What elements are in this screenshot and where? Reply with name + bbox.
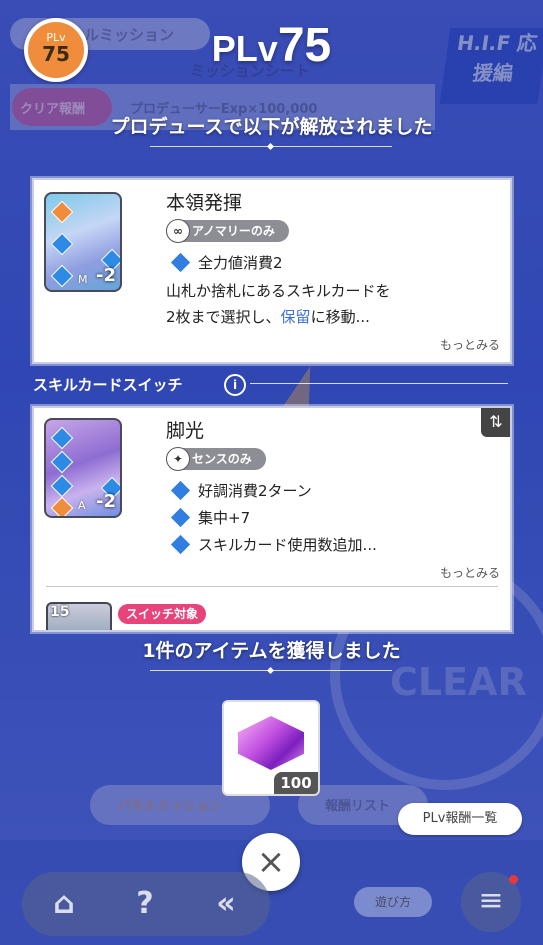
switch-icon[interactable]: ⇅ [481,408,510,437]
skill-switch-heading: スキルカードスイッチ [33,376,183,394]
see-more-link[interactable]: もっとみる [440,336,500,353]
plv-rewards-button[interactable]: PLv報酬一覧 [398,803,522,835]
unlock-heading: プロデュースで以下が解放されました [110,116,433,138]
switch-skill-card[interactable]: ⇅ A -2 脚光 ✦ センスのみ 好調消費2ターン 集中+7 スキルカード使用… [32,406,512,632]
acquired-item[interactable]: 100 [222,700,320,796]
effect-text: 集中+7 [198,509,251,527]
blue-diamond-icon [50,474,74,498]
back-icon[interactable]: « [196,874,256,934]
card-separator [46,586,498,587]
orange-diamond-icon [50,496,74,516]
blue-diamond-icon [50,264,74,288]
description-text: に移動... [310,308,370,326]
info-icon[interactable]: i [224,374,246,396]
home-icon[interactable]: ⌂ [34,874,94,934]
effect-line: スキルカード使用数追加... [170,534,377,555]
card-cost: -2 [96,491,116,512]
level-title-value: 75 [277,19,332,72]
effect-text: 好調消費2ターン [198,482,312,500]
switch-divider [250,383,508,384]
see-more-link[interactable]: もっとみる [440,564,500,581]
sense-icon: ✦ [166,447,190,471]
description-text: 2枚まで選択し、 [166,308,281,326]
blue-diamond-icon [50,450,74,474]
purple-gem-icon [238,716,304,770]
plan-restriction-badge: ✦ センスのみ [166,447,266,471]
effect-text: 全力値消費2 [198,254,283,272]
item-quantity: 100 [274,772,318,794]
badge-label: アノマリーのみ [192,224,275,238]
how-to-play-button[interactable]: 遊び方 [354,887,432,917]
notification-dot [509,875,518,884]
good-condition-icon [170,480,191,501]
card-rank: A [78,499,86,512]
acquired-heading: 1件のアイテムを獲得しました [142,640,401,662]
badge-label: センスのみ [192,452,252,466]
anomaly-icon: ∞ [166,219,190,243]
level-up-title: PLv75 [0,18,543,73]
blue-diamond-icon [50,426,74,450]
card-cost: -2 [96,265,116,286]
orange-diamond-icon [50,200,74,224]
next-card-thumbnail[interactable]: 15 [46,602,112,630]
effect-line: 集中+7 [170,507,250,528]
description-line-1: 山札か捨札にあるスキルカードを [166,282,391,300]
skill-card-thumbnail[interactable]: A -2 [44,418,122,518]
skill-card-thumbnail[interactable]: M -2 [44,192,122,292]
switch-target-badge: スイッチ対象 [118,604,207,624]
card-use-icon [170,534,191,555]
effect-line: 好調消費2ターン [170,480,312,501]
help-icon[interactable]: ? [115,874,175,934]
unlocked-skill-card[interactable]: M -2 本領発揮 ∞ アノマリーのみ 全力値消費2 山札か捨札にあるスキルカー… [32,178,512,364]
concentration-icon [170,507,191,528]
skill-card-name: 本領発揮 [166,192,243,214]
level-title-prefix: PLv [211,28,278,69]
blue-diamond-icon [50,232,74,256]
next-card-cost: 15 [50,604,70,620]
effect-text: スキルカード使用数追加... [198,536,377,554]
description-line-2: 2枚まで選択し、保留に移動... [166,306,370,327]
effect-line: 全力値消費2 [170,252,283,273]
card-rank: M [78,273,88,286]
keyword-link[interactable]: 保留 [281,308,311,326]
plan-restriction-badge: ∞ アノマリーのみ [166,219,289,243]
full-power-icon [170,252,191,273]
skill-card-name: 脚光 [166,420,205,442]
